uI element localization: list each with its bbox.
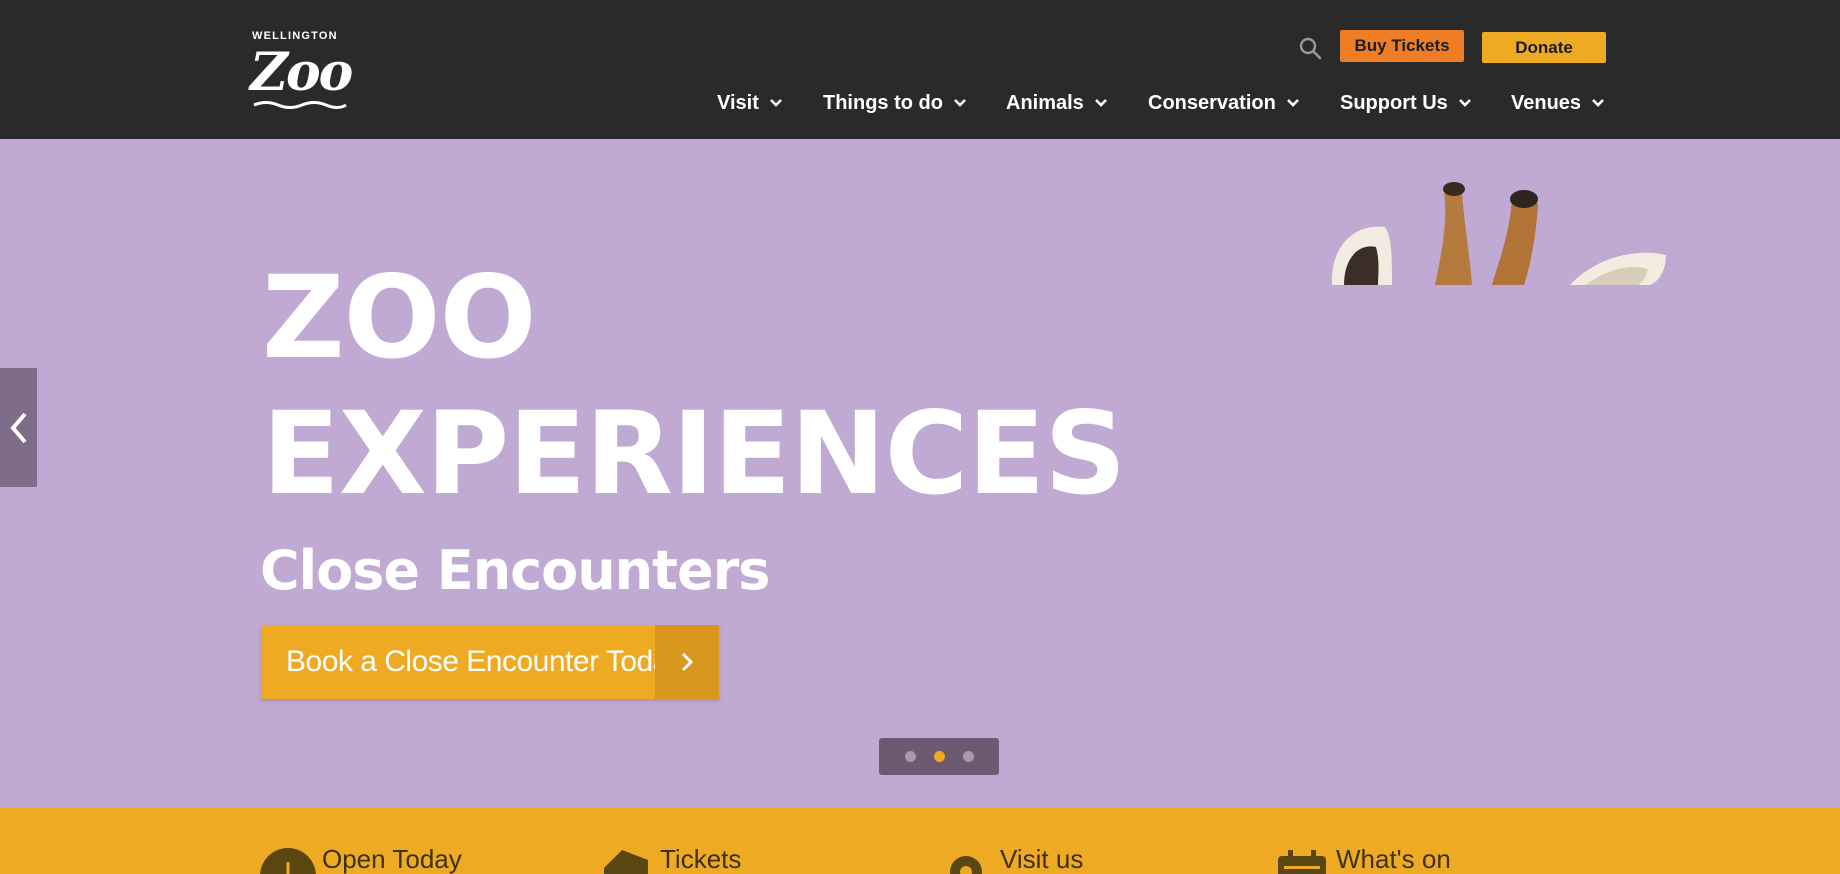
location-pin-icon — [950, 856, 982, 874]
site-header: WELLINGTON Zoo Buy Tickets Donate Visit … — [0, 0, 1840, 139]
quick-link-label: What's on — [1336, 844, 1451, 874]
carousel-prev-button[interactable] — [0, 368, 37, 487]
main-nav: Visit Things to do Animals Conservation … — [0, 88, 1840, 118]
nav-item-label: Support Us — [1340, 91, 1448, 114]
nav-item-label: Things to do — [823, 91, 943, 114]
hero-title-line-1: ZOO — [262, 251, 536, 384]
quick-link-label: Visit us — [1000, 844, 1084, 874]
quick-link-open-today[interactable]: Open Today — [260, 846, 462, 874]
chevron-left-icon — [9, 412, 27, 443]
cta-arrow — [655, 625, 719, 699]
nav-item-things-to-do[interactable]: Things to do — [823, 88, 967, 118]
book-close-encounter-button[interactable]: Book a Close Encounter Today — [261, 625, 719, 699]
clock-icon — [260, 848, 316, 874]
giraffe-ears-image — [1331, 182, 1666, 285]
quick-links-bar: Open Today Tickets Visit us What's on — [0, 808, 1840, 874]
quick-link-visit-us[interactable]: Visit us — [938, 846, 1083, 874]
nav-item-visit[interactable]: Visit — [717, 88, 783, 118]
hero-title-line-2: EXPERIENCES — [262, 387, 1126, 520]
cta-label: Book a Close Encounter Today — [286, 645, 684, 678]
chevron-down-icon — [954, 99, 966, 107]
buy-tickets-button[interactable]: Buy Tickets — [1340, 30, 1464, 62]
chevron-right-icon — [681, 652, 694, 672]
hero-carousel: ZOO EXPERIENCES Close Encounters Book a … — [0, 139, 1840, 808]
carousel-dot-2[interactable] — [933, 751, 945, 762]
hero-subtitle: Close Encounters — [260, 539, 770, 602]
nav-item-label: Venues — [1511, 91, 1582, 114]
chevron-down-icon — [1592, 99, 1604, 107]
nav-item-label: Visit — [717, 91, 759, 114]
chevron-down-icon — [1458, 99, 1471, 107]
ticket-icon — [604, 850, 648, 874]
carousel-pagination — [879, 738, 999, 775]
nav-item-label: Conservation — [1148, 91, 1276, 114]
quick-link-whats-on[interactable]: What's on — [1274, 846, 1451, 874]
carousel-dot-1[interactable] — [904, 751, 916, 762]
nav-item-conservation[interactable]: Conservation — [1148, 88, 1300, 118]
nav-item-label: Animals — [1006, 91, 1084, 114]
nav-item-animals[interactable]: Animals — [1006, 88, 1108, 118]
chevron-down-icon — [1094, 99, 1107, 107]
quick-link-label: Open Today — [322, 844, 462, 874]
nav-item-support-us[interactable]: Support Us — [1340, 88, 1472, 118]
calendar-icon — [1278, 850, 1326, 874]
search-icon[interactable] — [1298, 36, 1322, 60]
donate-button[interactable]: Donate — [1482, 32, 1606, 63]
logo-wordmark-small: WELLINGTON — [252, 30, 338, 42]
chevron-down-icon — [1286, 99, 1299, 107]
nav-item-venues[interactable]: Venues — [1511, 88, 1605, 118]
carousel-dot-3[interactable] — [962, 751, 974, 762]
quick-link-label: Tickets — [660, 844, 742, 874]
quick-link-tickets[interactable]: Tickets — [598, 846, 741, 874]
chevron-down-icon — [769, 99, 782, 107]
